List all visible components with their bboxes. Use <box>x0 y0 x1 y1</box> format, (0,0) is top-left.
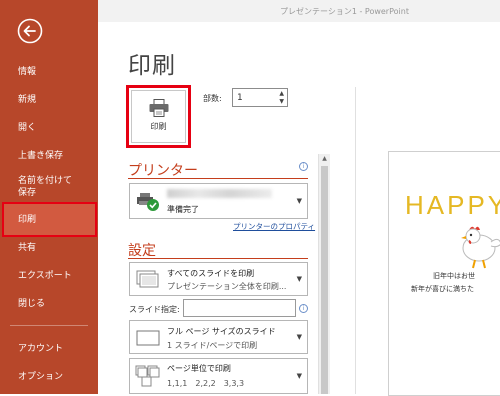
title-bar: プレゼンテーション1 - PowerPoint <box>98 0 500 22</box>
sidebar-item-save-as[interactable]: 名前を付けて 保存 <box>0 175 98 199</box>
printer-properties-link[interactable]: プリンターのプロパティ <box>233 221 315 232</box>
sidebar-item-open[interactable]: 開く <box>0 122 98 134</box>
preview-divider <box>355 87 356 394</box>
collate-pages-icon <box>135 365 160 387</box>
backstage-sidebar: 情報 新規 開く 上書き保存 名前を付けて 保存 印刷 共有 エクスポート 閉じ… <box>0 0 98 394</box>
print-preview-page: HAPPY 旧年中はお世 新年が喜びに満ちた <box>388 151 500 396</box>
sidebar-divider <box>10 325 88 326</box>
collate-title: ページ単位で印刷 <box>167 364 231 373</box>
page-title: 印刷 <box>128 53 176 79</box>
printer-dropdown[interactable]: 準備完了 ▼ <box>129 183 308 219</box>
copies-label: 部数: <box>203 94 222 103</box>
printer-ready-icon <box>137 193 159 211</box>
spin-down-icon[interactable]: ▼ <box>279 98 284 105</box>
printer-heading-rule <box>128 178 308 179</box>
sidebar-item-new[interactable]: 新規 <box>0 94 98 106</box>
settings-scrollbar[interactable]: ▲ <box>318 154 330 394</box>
sidebar-item-options[interactable]: オプション <box>0 371 98 383</box>
full-page-slide-icon <box>136 330 160 346</box>
layout-subtitle: 1 スライド/ページで印刷 <box>167 341 258 350</box>
sidebar-item-print[interactable]: 印刷 <box>0 214 98 226</box>
sidebar-item-export[interactable]: エクスポート <box>0 270 98 282</box>
preview-headline: HAPPY <box>405 190 500 220</box>
collate-dropdown[interactable]: ページ単位で印刷 1,1,1 2,2,2 3,3,3 ▼ <box>129 358 308 394</box>
back-arrow-icon <box>17 18 43 44</box>
chevron-down-icon: ▼ <box>296 372 302 380</box>
rooster-illustration-icon <box>461 226 500 269</box>
info-icon[interactable]: i <box>299 162 308 171</box>
chevron-down-icon: ▼ <box>296 275 302 283</box>
printer-status: 準備完了 <box>167 205 199 214</box>
slides-input[interactable] <box>183 299 296 317</box>
info-icon[interactable]: i <box>299 304 308 313</box>
copies-spinner[interactable]: 1 ▲ ▼ <box>232 88 288 107</box>
slides-label: スライド指定: <box>129 305 180 314</box>
collate-subtitle: 1,1,1 2,2,2 3,3,3 <box>167 379 245 388</box>
printer-name-redacted <box>167 189 272 198</box>
preview-text-line1: 旧年中はお世 <box>433 272 475 280</box>
preview-text-line2: 新年が喜びに満ちた <box>411 285 474 293</box>
print-button-label: 印刷 <box>150 122 167 131</box>
slides-stack-icon <box>136 270 159 288</box>
print-button[interactable]: 印刷 <box>126 85 191 148</box>
settings-heading: 設定 <box>128 243 156 259</box>
chevron-down-icon: ▼ <box>296 197 302 205</box>
print-range-title: すべてのスライドを印刷 <box>167 269 255 278</box>
print-range-dropdown[interactable]: すべてのスライドを印刷 プレゼンテーション全体を印刷... ▼ <box>129 262 308 296</box>
spin-up-icon[interactable]: ▲ <box>279 90 284 97</box>
sidebar-item-account[interactable]: アカウント <box>0 343 98 355</box>
sidebar-item-close[interactable]: 閉じる <box>0 298 98 310</box>
sidebar-item-save[interactable]: 上書き保存 <box>0 150 98 162</box>
printer-icon <box>149 99 169 117</box>
sidebar-item-info[interactable]: 情報 <box>0 66 98 78</box>
print-range-subtitle: プレゼンテーション全体を印刷... <box>167 282 287 291</box>
chevron-down-icon: ▼ <box>296 333 302 341</box>
copies-value: 1 <box>237 93 243 103</box>
layout-dropdown[interactable]: フル ページ サイズのスライド 1 スライド/ページで印刷 ▼ <box>129 320 308 354</box>
printer-heading: プリンター <box>128 163 198 179</box>
layout-title: フル ページ サイズのスライド <box>167 327 276 336</box>
window-title: プレゼンテーション1 - PowerPoint <box>280 7 409 16</box>
scroll-thumb[interactable] <box>321 166 328 394</box>
scroll-up-icon[interactable]: ▲ <box>319 154 330 164</box>
sidebar-item-share[interactable]: 共有 <box>0 242 98 254</box>
settings-heading-rule <box>128 258 308 259</box>
back-button[interactable] <box>17 18 43 44</box>
